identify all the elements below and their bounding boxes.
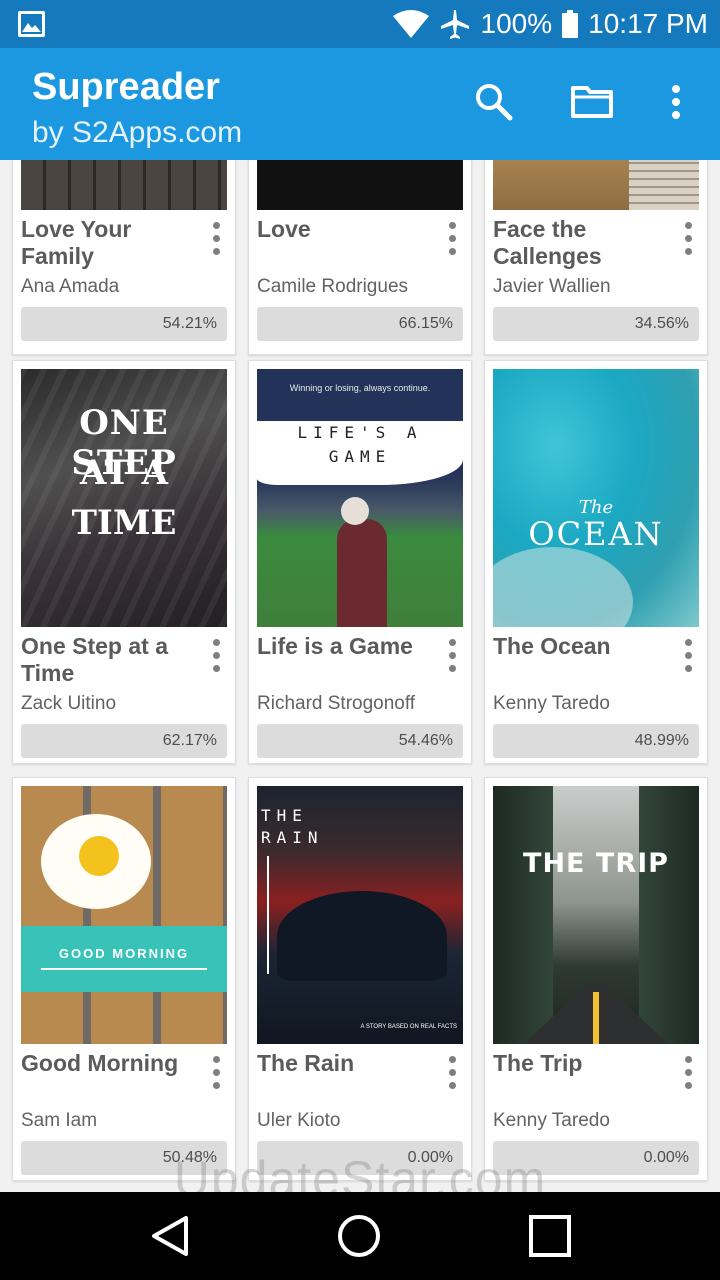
- search-button[interactable]: [466, 76, 522, 132]
- book-menu-button[interactable]: [213, 1056, 221, 1092]
- book-title: Good Morning: [21, 1050, 179, 1076]
- back-button[interactable]: [146, 1212, 194, 1260]
- app-bar: Supreader by S2Apps.com: [0, 48, 720, 160]
- back-icon: [152, 1216, 188, 1256]
- status-right: 100% 10:17 PM: [392, 6, 708, 42]
- book-card[interactable]: ONE STEP AT A TIME One Step at a Time Za…: [12, 360, 236, 764]
- book-menu-button[interactable]: [449, 222, 457, 258]
- progress-value: 54.21%: [162, 315, 217, 332]
- book-author: Uler Kioto: [257, 1110, 341, 1131]
- home-button[interactable]: [335, 1212, 383, 1260]
- book-author: Camile Rodrigues: [257, 276, 409, 297]
- book-card[interactable]: Love Camile Rodrigues 66.15%: [248, 160, 472, 355]
- progress-bar: 54.46%: [257, 724, 463, 758]
- book-author: Zack Uitino: [21, 693, 117, 714]
- book-author: Richard Strogonoff: [257, 693, 416, 714]
- progress-value: 66.15%: [398, 315, 453, 332]
- app-subtitle: by S2Apps.com: [32, 116, 243, 149]
- book-cover: GOOD MORNING: [21, 786, 227, 1044]
- book-cover: The OCEAN: [493, 369, 699, 627]
- book-title: Life is a Game: [257, 633, 413, 659]
- search-icon: [474, 82, 514, 127]
- book-title: Love Your Family: [21, 216, 132, 269]
- book-card[interactable]: The OCEAN The Ocean Kenny Taredo 48.99%: [484, 360, 708, 764]
- book-cover: THE TRIP: [493, 786, 699, 1044]
- book-menu-button[interactable]: [685, 1056, 693, 1092]
- book-menu-button[interactable]: [213, 639, 221, 675]
- progress-value: 48.99%: [634, 732, 689, 749]
- book-card[interactable]: GOOD MORNING Good Morning Sam Iam 50.48%: [12, 777, 236, 1181]
- book-card[interactable]: THE TRIP The Trip Kenny Taredo 0.00%: [484, 777, 708, 1181]
- cover-tagline: Winning or losing, always continue.: [289, 383, 431, 393]
- progress-value: 54.46%: [398, 732, 453, 749]
- book-cover: THE RAIN A STORY BASED ON REAL FACTS: [257, 786, 463, 1044]
- progress-bar: 66.15%: [257, 307, 463, 341]
- book-grid: Love Your Family Ana Amada 54.21% Love C…: [0, 160, 720, 1192]
- battery-icon: [562, 10, 579, 38]
- recents-icon: [529, 1215, 571, 1257]
- cover-title-line: AT A: [79, 453, 169, 493]
- progress-bar: 54.21%: [21, 307, 227, 341]
- folder-icon: [571, 85, 613, 124]
- cover-title-line: GAME: [328, 447, 392, 466]
- book-author: Kenny Taredo: [493, 693, 610, 714]
- book-menu-button[interactable]: [213, 222, 221, 258]
- book-title: The Ocean: [493, 633, 611, 659]
- app-title: Supreader: [32, 66, 220, 108]
- open-folder-button[interactable]: [564, 76, 620, 132]
- cover-footer: A STORY BASED ON REAL FACTS: [360, 1024, 457, 1030]
- progress-value: 62.17%: [162, 732, 217, 749]
- cover-title-line: LIFE'S A: [297, 423, 423, 442]
- book-title: The Rain: [257, 1050, 355, 1076]
- book-title: Love: [257, 216, 311, 242]
- book-card[interactable]: THE RAIN A STORY BASED ON REAL FACTS The…: [248, 777, 472, 1181]
- book-author: Sam Iam: [21, 1110, 98, 1131]
- book-cover: Winning or losing, always continue. LIFE…: [257, 369, 463, 627]
- book-title: One Step at a Time: [21, 633, 168, 686]
- book-card[interactable]: Winning or losing, always continue. LIFE…: [248, 360, 472, 764]
- book-cover: [493, 160, 699, 210]
- clock: 10:17 PM: [588, 8, 708, 39]
- book-card[interactable]: Love Your Family Ana Amada 54.21%: [12, 160, 236, 355]
- more-vert-icon: [671, 84, 681, 125]
- progress-bar: 48.99%: [493, 724, 699, 758]
- gallery-notification-icon: [18, 11, 45, 37]
- progress-bar: 34.56%: [493, 307, 699, 341]
- cover-title-line: OCEAN: [528, 515, 664, 553]
- status-bar: 100% 10:17 PM: [0, 0, 720, 48]
- book-title: The Trip: [493, 1050, 583, 1076]
- book-menu-button[interactable]: [449, 639, 457, 675]
- cover-title-line: TIME: [71, 503, 177, 543]
- book-author: Javier Wallien: [493, 276, 611, 297]
- book-cover: [21, 160, 227, 210]
- book-author: Ana Amada: [21, 276, 120, 297]
- book-menu-button[interactable]: [685, 639, 693, 675]
- overflow-menu-button[interactable]: [648, 76, 704, 132]
- book-card[interactable]: Face the Callenges Javier Wallien 34.56%: [484, 160, 708, 355]
- book-cover: [257, 160, 463, 210]
- battery-percent: 100%: [480, 8, 553, 39]
- progress-value: 34.56%: [634, 315, 689, 332]
- book-menu-button[interactable]: [449, 1056, 457, 1092]
- book-author: Kenny Taredo: [493, 1110, 610, 1131]
- progress-bar: 62.17%: [21, 724, 227, 758]
- cover-title-line: THE TRIP: [523, 848, 669, 879]
- navigation-bar: [0, 1192, 720, 1280]
- airplane-icon: [439, 8, 471, 40]
- cover-subtitle: THE: [261, 806, 308, 825]
- book-title: Face the Callenges: [493, 216, 602, 269]
- home-icon: [338, 1215, 380, 1257]
- wifi-icon: [392, 10, 429, 38]
- cover-title-line: GOOD MORNING: [58, 946, 190, 961]
- book-cover: ONE STEP AT A TIME: [21, 369, 227, 627]
- book-menu-button[interactable]: [685, 222, 693, 258]
- recents-button[interactable]: [526, 1212, 574, 1260]
- cover-title-line: RAIN: [261, 828, 324, 847]
